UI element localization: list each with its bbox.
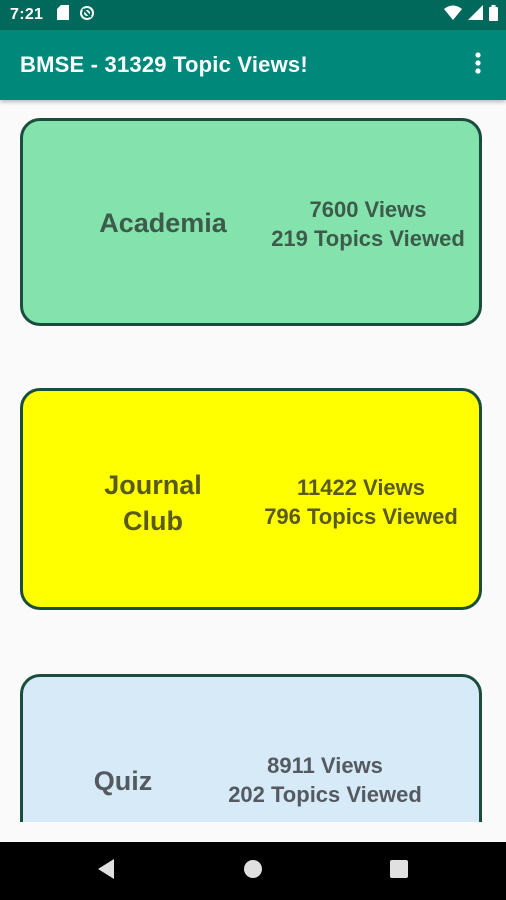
signal-icon [468,5,483,25]
back-button[interactable] [95,858,117,885]
card-title-line: Academia [99,208,227,238]
battery-icon [489,4,498,26]
recents-icon [390,859,408,883]
content-bottom-gap [0,822,506,842]
card-topics-viewed: 219 Topics Viewed [271,226,465,251]
topic-card-academia[interactable]: Academia 7600 Views 219 Topics Viewed [20,118,482,326]
card-stats: 11422 Views 796 Topics Viewed [241,473,481,531]
more-options-button[interactable] [460,47,496,83]
card-title-line: Journal [104,470,202,500]
recents-button[interactable] [388,859,410,883]
status-time: 7:21 [10,6,44,23]
more-vert-icon [475,51,481,79]
topic-card-quiz[interactable]: Quiz 8911 Views 202 Topics Viewed [20,674,482,822]
navigation-bar [0,842,506,900]
card-stats: 7600 Views 219 Topics Viewed [253,195,483,253]
card-title-line: Club [123,506,183,536]
topic-list: Academia 7600 Views 219 Topics Viewed Jo… [0,100,506,822]
card-title: Academia [68,205,258,241]
app-bar: BMSE - 31329 Topic Views! [0,30,506,100]
card-topics-viewed: 202 Topics Viewed [228,782,422,807]
card-views: 11422 Views [296,475,426,500]
card-topics-viewed: 796 Topics Viewed [264,504,458,529]
topic-card-journal-club[interactable]: Journal Club 11422 Views 796 Topics View… [20,388,482,610]
sync-icon [79,5,95,26]
status-icons-right [444,0,498,30]
home-button[interactable] [242,859,264,884]
card-views: 7600 Views [309,197,427,222]
card-stats: 8911 Views 202 Topics Viewed [205,751,445,809]
back-icon [96,858,116,885]
card-views: 8911 Views [267,753,383,778]
card-title: Quiz [63,763,183,799]
home-icon [243,859,263,884]
status-bar: 7:21 [0,0,506,30]
app-title: BMSE - 31329 Topic Views! [20,52,308,77]
card-title-line: Quiz [93,766,153,796]
wifi-icon [444,5,462,25]
screen: 7:21 BMSE - 31329 Topic Views! Academia … [0,0,506,900]
sd-card-icon [57,5,70,25]
card-title: Journal Club [68,467,238,539]
status-icons-left [57,5,95,26]
